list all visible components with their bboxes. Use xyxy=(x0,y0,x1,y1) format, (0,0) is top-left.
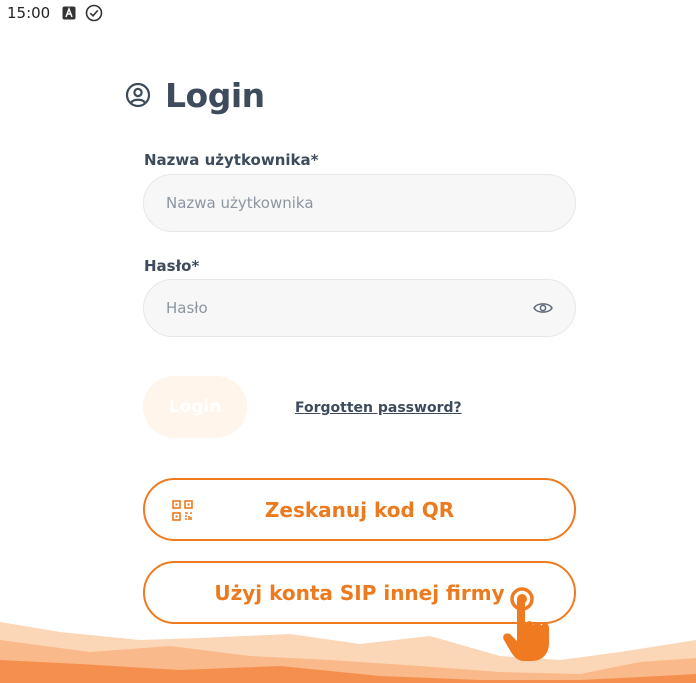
tap-hand-icon xyxy=(503,587,549,661)
password-field[interactable] xyxy=(166,299,533,317)
username-field[interactable] xyxy=(166,194,553,212)
login-header: Login xyxy=(125,72,265,118)
password-label: Hasło* xyxy=(144,257,200,275)
forgot-password-link[interactable]: Forgotten password? xyxy=(295,400,462,416)
qr-code-icon xyxy=(172,500,193,521)
password-field-container xyxy=(143,279,576,337)
check-circle-icon xyxy=(85,4,103,22)
a-box-icon xyxy=(62,6,76,20)
show-password-toggle[interactable] xyxy=(533,301,553,315)
mountains-decoration xyxy=(0,622,696,683)
scan-qr-label: Zeskanuj kod QR xyxy=(264,497,455,522)
login-screen: 15:00 Login Nazwa użytkownika* Hasło* xyxy=(0,0,696,683)
login-button[interactable]: Login xyxy=(143,376,247,438)
username-label: Nazwa użytkownika* xyxy=(144,151,319,169)
status-time: 15:00 xyxy=(7,4,51,22)
scan-qr-button[interactable]: Zeskanuj kod QR xyxy=(143,478,576,541)
username-field-container xyxy=(143,174,576,232)
page-title: Login xyxy=(165,75,265,115)
status-icons xyxy=(62,4,103,22)
status-bar: 15:00 xyxy=(0,0,696,26)
user-circle-icon xyxy=(125,82,151,108)
eye-icon xyxy=(533,303,553,313)
